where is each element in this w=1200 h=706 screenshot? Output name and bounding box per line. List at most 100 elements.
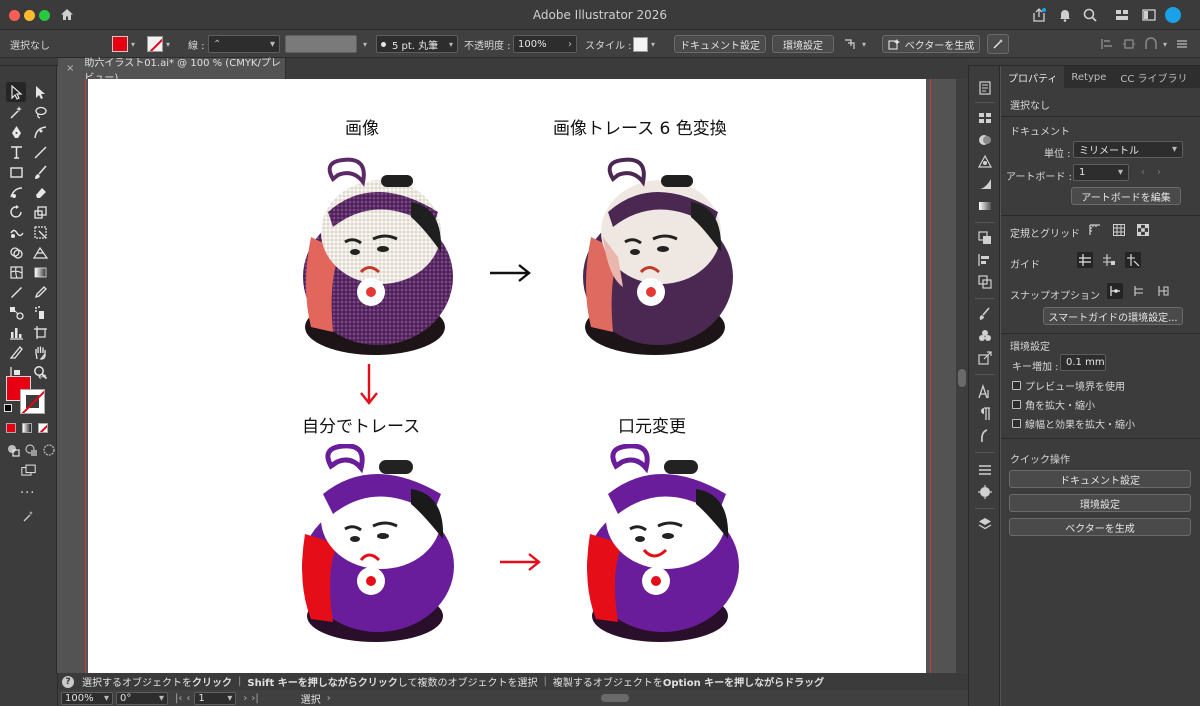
tab-cc-libraries[interactable]: CC ライブラリ bbox=[1113, 66, 1194, 88]
stepper-icon[interactable]: ⌃ bbox=[213, 39, 221, 50]
last-artboard-icon[interactable]: ›| bbox=[251, 693, 258, 704]
eraser-tool-icon[interactable] bbox=[30, 182, 50, 202]
free-transform-tool-icon[interactable] bbox=[30, 222, 50, 242]
chevron-down-icon[interactable]: ▾ bbox=[227, 693, 232, 704]
shaper-tool-icon[interactable] bbox=[6, 182, 26, 202]
color-mode-icon[interactable] bbox=[6, 423, 16, 433]
artboard-dropdown[interactable]: 1 ▾ bbox=[1073, 164, 1129, 181]
variable-width-profile[interactable] bbox=[285, 35, 357, 53]
stroke-none-swatch[interactable] bbox=[147, 36, 163, 52]
color-guide-icon[interactable] bbox=[977, 154, 993, 170]
scale-strokes-checkbox[interactable]: 線幅と効果を拡大・縮小 bbox=[1012, 416, 1135, 431]
preview-bounds-checkbox[interactable]: プレビュー境界を使用 bbox=[1012, 378, 1125, 393]
grid-icon[interactable] bbox=[1111, 222, 1127, 238]
gradient-tool-icon[interactable] bbox=[30, 262, 50, 282]
qa-generate-vectors-button[interactable]: ベクターを生成 bbox=[1009, 518, 1191, 536]
checkbox-box[interactable] bbox=[1012, 381, 1021, 390]
symbols-panel-icon[interactable] bbox=[977, 328, 993, 344]
chevron-down-icon[interactable]: ▾ bbox=[651, 40, 655, 49]
help-icon[interactable]: ? bbox=[62, 675, 74, 688]
user-avatar[interactable] bbox=[1165, 7, 1181, 23]
fill-swatch[interactable] bbox=[112, 36, 128, 52]
checkbox-box[interactable] bbox=[1012, 419, 1021, 428]
smart-guide-settings-button[interactable]: スマートガイドの環境設定... bbox=[1043, 307, 1183, 325]
column-graph-tool-icon[interactable] bbox=[6, 322, 26, 342]
chevron-down-icon[interactable]: ▾ bbox=[862, 40, 866, 49]
artboard-tool-icon[interactable] bbox=[30, 322, 50, 342]
brushes-panel-icon[interactable] bbox=[977, 306, 993, 322]
notification-bell-icon[interactable] bbox=[1056, 6, 1074, 24]
appearance-panel-icon[interactable] bbox=[977, 484, 993, 500]
swatches-panel-icon[interactable] bbox=[977, 110, 993, 126]
show-guides-icon[interactable] bbox=[1077, 252, 1093, 268]
transparency-grid-icon[interactable] bbox=[1135, 222, 1151, 238]
align-panel-icon[interactable] bbox=[977, 252, 993, 268]
chevron-down-icon[interactable]: ▾ bbox=[1163, 40, 1167, 49]
more-tools-icon[interactable]: ··· bbox=[20, 486, 35, 501]
lasso-tool-icon[interactable] bbox=[30, 102, 50, 122]
blend-tool-icon[interactable] bbox=[6, 302, 26, 322]
none-mode-icon[interactable] bbox=[38, 423, 48, 433]
snap-to-glyph-icon[interactable] bbox=[1131, 283, 1147, 299]
opacity-label[interactable]: 不透明度 : bbox=[464, 30, 511, 58]
next-artboard-icon[interactable]: › bbox=[243, 693, 247, 704]
chevron-down-icon[interactable]: ▾ bbox=[1172, 144, 1177, 155]
artboard-number-field[interactable]: 1 ▾ bbox=[194, 691, 237, 705]
qa-document-settings-button[interactable]: ドキュメント設定 bbox=[1009, 470, 1191, 488]
vertical-scrollbar[interactable] bbox=[956, 79, 968, 673]
gradient-mode-icon[interactable] bbox=[22, 423, 32, 433]
first-artboard-icon[interactable]: |‹ bbox=[175, 693, 182, 704]
chevron-down-icon[interactable]: ▾ bbox=[363, 40, 367, 49]
generate-vectors-button[interactable]: ベクターを生成 bbox=[882, 35, 980, 53]
previous-artboard-icon[interactable]: ‹ bbox=[186, 693, 190, 704]
key-increment-field[interactable]: 0.1 mm bbox=[1060, 354, 1106, 371]
chevron-down-icon[interactable]: ▾ bbox=[1118, 167, 1123, 178]
preferences-button[interactable]: 環境設定 bbox=[772, 35, 834, 53]
character-panel-icon[interactable] bbox=[977, 384, 993, 400]
direct-selection-tool-icon[interactable] bbox=[30, 82, 50, 102]
properties-panel-icon[interactable] bbox=[977, 80, 993, 96]
symbol-sprayer-tool-icon[interactable] bbox=[30, 302, 50, 322]
document-settings-button[interactable]: ドキュメント設定 bbox=[674, 35, 766, 53]
swap-fill-stroke-icon[interactable]: ↩ bbox=[38, 372, 46, 383]
smart-guides-icon[interactable] bbox=[1125, 252, 1141, 268]
lock-guides-icon[interactable] bbox=[1101, 252, 1117, 268]
magic-wand-tool-icon[interactable] bbox=[6, 102, 26, 122]
ruler-icon[interactable] bbox=[1087, 222, 1103, 238]
chevron-down-icon[interactable]: ▾ bbox=[166, 40, 170, 49]
pathfinder-icon[interactable]: ▾ bbox=[1144, 30, 1167, 58]
snap-to-pixel-icon[interactable] bbox=[1155, 283, 1171, 299]
workspace-switcher-icon[interactable] bbox=[1113, 6, 1131, 24]
asset-export-icon[interactable] bbox=[977, 350, 993, 366]
chevron-down-icon[interactable]: ▾ bbox=[104, 693, 109, 704]
stroke-lines-icon[interactable] bbox=[977, 462, 993, 478]
canvas-area[interactable]: 画像 画像トレース 6 色変換 自分でトレース 口元変更 bbox=[58, 79, 956, 673]
snap-to-point-icon[interactable] bbox=[1107, 283, 1123, 299]
type-tool-icon[interactable] bbox=[6, 142, 26, 162]
close-tab-icon[interactable]: × bbox=[66, 63, 74, 74]
artboard[interactable]: 画像 画像トレース 6 色変換 自分でトレース 口元変更 bbox=[88, 79, 926, 673]
rotate-tool-icon[interactable] bbox=[6, 202, 26, 222]
draw-inside-icon[interactable] bbox=[40, 441, 58, 459]
panel-layout-icon[interactable] bbox=[1140, 6, 1158, 24]
pen-tool-icon[interactable] bbox=[6, 122, 26, 142]
current-tool-display[interactable]: 選択 bbox=[301, 691, 321, 706]
stroke-color-box[interactable] bbox=[20, 389, 45, 414]
share-icon[interactable] bbox=[1030, 6, 1048, 24]
search-icon[interactable] bbox=[1081, 6, 1099, 24]
zoom-level-field[interactable]: 100% ▾ bbox=[61, 691, 113, 705]
document-tab[interactable]: × 助六イラスト01.ai* @ 100 % (CMYK/プレビュー) bbox=[58, 58, 286, 84]
paintbrush-tool-icon[interactable] bbox=[30, 162, 50, 182]
arrange-documents-icon[interactable]: ▾ bbox=[843, 30, 866, 58]
units-dropdown[interactable]: ミリメートル ▾ bbox=[1073, 141, 1183, 158]
draw-normal-icon[interactable] bbox=[4, 441, 22, 459]
edit-toolbar-icon[interactable] bbox=[18, 506, 38, 526]
rectangle-tool-icon[interactable] bbox=[6, 162, 26, 182]
chevron-down-icon[interactable]: ▾ bbox=[159, 693, 164, 704]
horizontal-scrollbar-thumb[interactable] bbox=[600, 694, 629, 702]
pathfinder-panel-icon[interactable] bbox=[977, 274, 993, 290]
chevron-down-icon[interactable]: ▾ bbox=[131, 40, 135, 49]
tab-retype[interactable]: Retype bbox=[1064, 66, 1113, 88]
checkbox-box[interactable] bbox=[1012, 400, 1021, 409]
draw-behind-icon[interactable] bbox=[22, 441, 40, 459]
